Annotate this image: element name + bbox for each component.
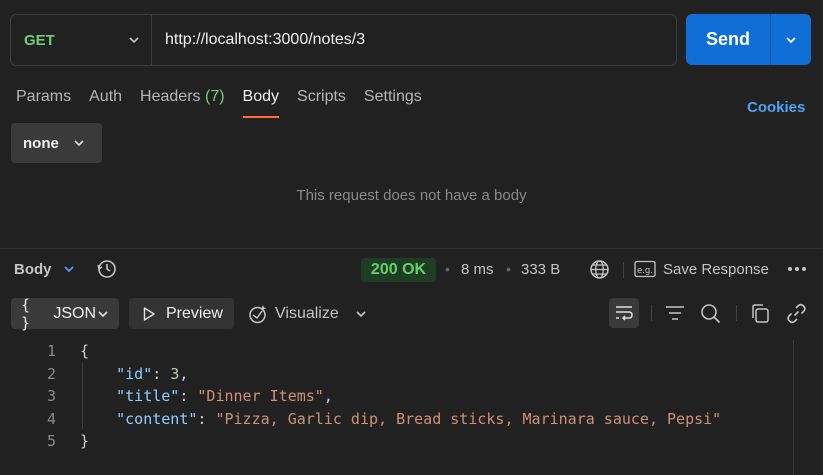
send-options-button[interactable] (771, 14, 811, 65)
chevron-down-icon (96, 307, 110, 321)
format-select[interactable]: { } JSON (11, 295, 119, 332)
preview-label: Preview (166, 304, 223, 322)
wrap-lines-button[interactable] (609, 298, 639, 328)
line-number: 1 (46, 342, 56, 360)
tab-body[interactable]: Body (242, 88, 280, 118)
json-sep: : (197, 409, 216, 428)
headers-count: (7) (204, 88, 225, 105)
cookies-link[interactable]: Cookies (747, 99, 805, 116)
json-value: 3 (170, 364, 180, 383)
separator-dot: • (506, 261, 511, 277)
svg-text:e.g.: e.g. (637, 266, 653, 276)
response-section-select[interactable]: Body (14, 261, 52, 278)
send-button-group: Send (686, 14, 811, 65)
visualize-button[interactable]: Visualize (247, 298, 368, 329)
json-value: "Dinner Items" (197, 387, 324, 405)
chevron-down-icon (784, 33, 798, 47)
no-body-message: This request does not have a body (296, 187, 527, 204)
chevron-down-icon (127, 33, 141, 47)
chevron-down-icon[interactable] (354, 307, 368, 321)
chevron-down-icon[interactable] (62, 262, 76, 276)
tab-label: Headers (140, 88, 201, 105)
search-icon[interactable] (700, 303, 721, 324)
url-bar: GET (10, 14, 677, 66)
tab-label: Scripts (297, 88, 346, 105)
format-label: JSON (53, 304, 96, 322)
code-line: 2 "id": 3, (0, 363, 721, 386)
response-code-viewer[interactable]: 1 { 2 "id": 3, 3 "title": "Dinner Items"… (0, 340, 721, 453)
example-icon[interactable]: e.g. (634, 260, 656, 278)
code-line: 4 "content": "Pizza, Garlic dip, Bread s… (0, 408, 721, 431)
tab-settings[interactable]: Settings (364, 88, 422, 118)
toolbar-divider (736, 305, 737, 321)
separator-dot: • (445, 261, 450, 277)
toolbar-divider (651, 305, 652, 321)
tab-headers[interactable]: Headers (7) (140, 88, 225, 118)
json-key: "id" (116, 364, 153, 383)
code-text: "title": "Dinner Items", (56, 385, 333, 408)
wrap-lines-icon (614, 304, 634, 322)
json-key: "content" (116, 409, 198, 428)
code-text: "id": 3, (56, 363, 188, 386)
json-tail: , (323, 387, 333, 405)
response-section-label: Body (14, 261, 52, 278)
more-icon[interactable] (787, 262, 807, 276)
line-number: 3 (46, 387, 56, 405)
tab-label: Settings (363, 88, 422, 105)
visualize-icon (247, 303, 269, 325)
json-sep: : (152, 364, 171, 383)
code-line: 1 { (0, 340, 721, 363)
method-select[interactable]: GET (11, 15, 152, 65)
line-number: 4 (46, 409, 56, 428)
save-response-button[interactable]: Save Response (663, 261, 769, 278)
line-number: 2 (46, 364, 56, 383)
json-key: "title" (116, 387, 180, 405)
code-text: } (80, 432, 90, 450)
code-text: "content": "Pizza, Garlic dip, Bread sti… (56, 408, 721, 431)
code-line: 3 "title": "Dinner Items", (0, 385, 721, 408)
status-badge[interactable]: 200 OK (361, 258, 436, 282)
globe-icon[interactable] (589, 259, 610, 280)
json-value: "Pizza, Garlic dip, Bread sticks, Marina… (215, 409, 722, 428)
body-type-select[interactable]: none (11, 123, 102, 163)
code-text: { (80, 342, 90, 360)
pane-divider[interactable] (0, 248, 823, 249)
line-number: 5 (46, 432, 56, 450)
tab-scripts[interactable]: Scripts (297, 88, 346, 118)
tab-params[interactable]: Params (16, 88, 71, 118)
preview-button[interactable]: Preview (129, 298, 234, 329)
url-input[interactable] (152, 15, 676, 65)
minimap-divider (793, 340, 794, 475)
send-button[interactable]: Send (686, 14, 771, 65)
json-sep: : (179, 387, 198, 405)
method-label: GET (24, 31, 55, 49)
response-time[interactable]: 8 ms (461, 261, 494, 278)
play-icon (141, 306, 157, 322)
toolbar-divider (623, 262, 624, 278)
tab-auth[interactable]: Auth (89, 88, 122, 118)
visualize-label: Visualize (275, 304, 339, 322)
request-tabs: Params Auth Headers (7) Body Scripts Set… (16, 88, 440, 120)
filter-icon[interactable] (665, 304, 685, 322)
history-icon[interactable] (96, 258, 118, 280)
json-tail: , (179, 364, 189, 383)
braces-icon: { } (21, 295, 31, 332)
link-icon[interactable] (786, 303, 807, 324)
response-size[interactable]: 333 B (521, 261, 560, 278)
body-type-label: none (23, 134, 59, 152)
chevron-down-icon (72, 136, 86, 150)
copy-icon[interactable] (750, 303, 770, 324)
code-line: 5 } (0, 430, 721, 453)
tab-label: Auth (89, 88, 123, 105)
tab-label: Body (242, 88, 280, 105)
tab-label: Params (16, 88, 72, 105)
